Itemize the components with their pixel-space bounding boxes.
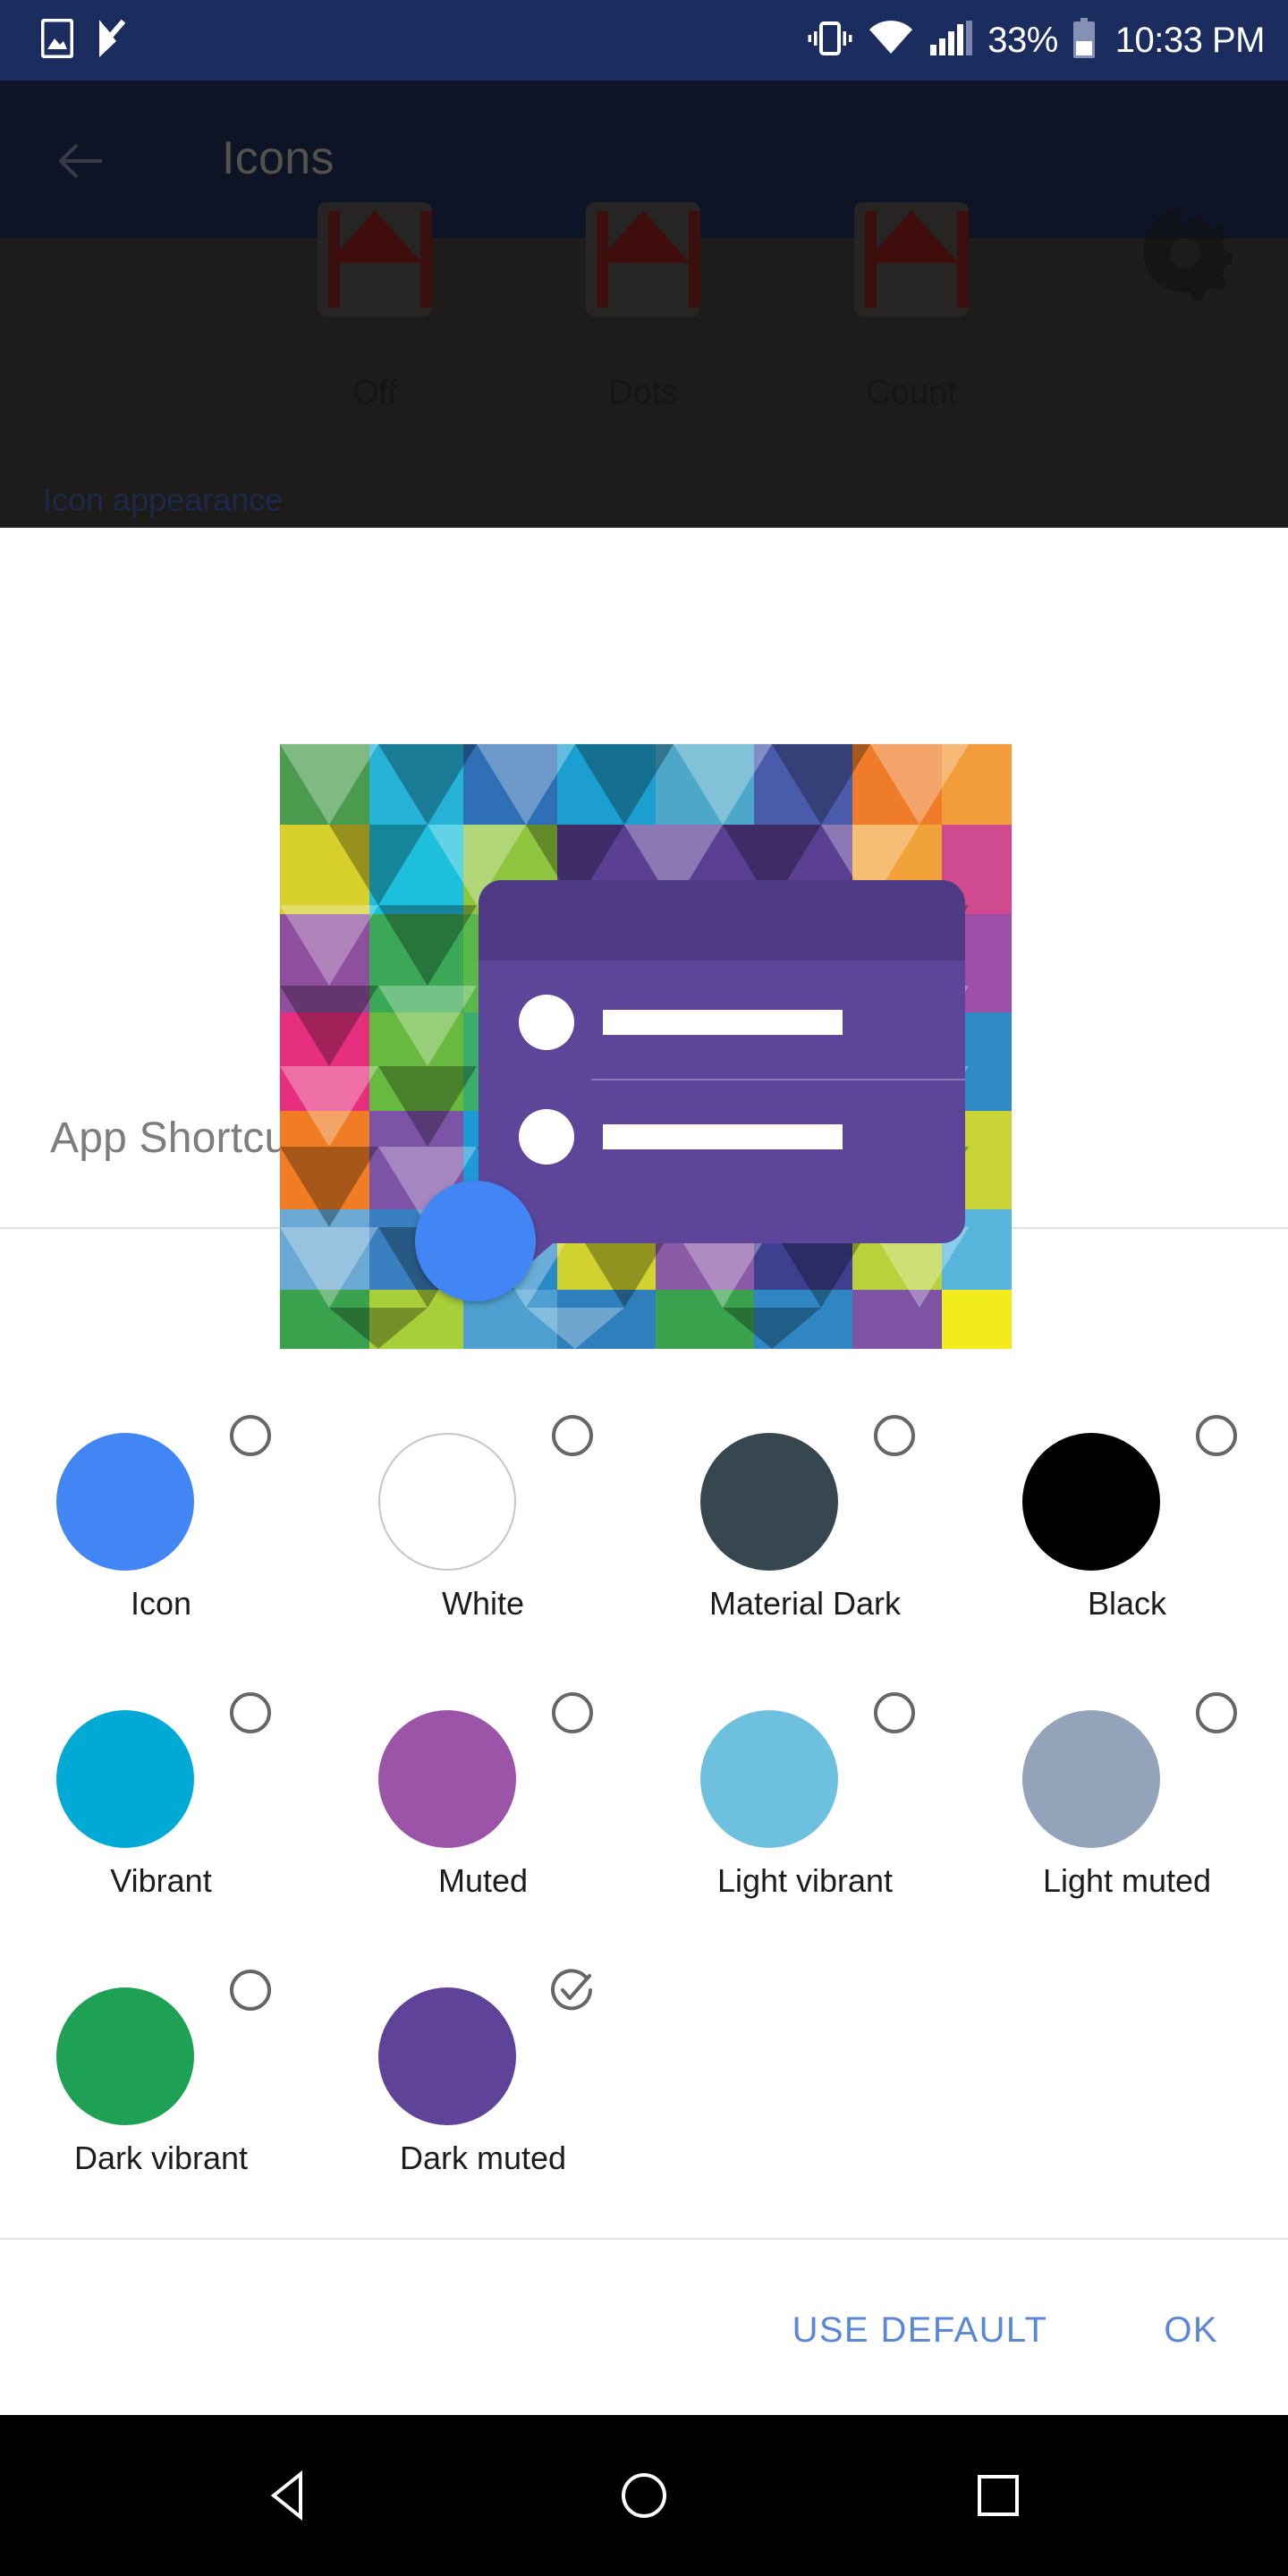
badge-option-label: Dots [607,374,679,411]
gmail-icon [586,202,700,317]
swatch-option-material-dark[interactable]: Material Dark [644,1413,966,1690]
recents-square-icon[interactable] [962,2460,1034,2531]
swatch-option-vibrant[interactable]: Vibrant [0,1690,322,1968]
use-default-button[interactable]: USE DEFAULT [769,2294,1072,2367]
radio-unselected-icon[interactable] [550,1413,595,1458]
dialog-bottom-divider [0,2238,1288,2240]
swatch-color-circle [700,1710,838,1848]
swatch-color-circle [56,1710,194,1848]
shortcut-row-label [603,1124,843,1149]
shortcut-card-header [479,880,965,961]
swatch-option-dark-vibrant[interactable]: Dark vibrant [0,1968,322,2245]
gmail-icon [854,202,969,317]
radio-selected-check-icon[interactable] [550,1968,595,2012]
signal-icon [928,20,973,62]
wifi-icon [868,20,914,62]
shortcut-popup-card [479,880,965,1283]
swatch-option-icon[interactable]: Icon [0,1413,322,1690]
shortcut-row-icon [519,995,574,1050]
swatch-color-circle [378,1433,516,1571]
shortcut-row-label [603,1010,843,1035]
app-icon-circle [415,1181,536,1301]
shortcut-row-icon [519,1109,574,1165]
image-icon [40,18,74,63]
swatch-color-circle [700,1433,838,1571]
vibrate-icon [807,20,853,62]
app-shortcuts-dialog: App Shortcuts Icon White Material Dark B… [0,528,1288,2415]
check-badge-icon [97,18,127,64]
gmail-icon [318,202,432,317]
radio-unselected-icon[interactable] [872,1690,917,1735]
swatch-color-circle [56,1987,194,2125]
swatch-row: Icon White Material Dark Black [0,1413,1288,1690]
ok-button[interactable]: OK [1140,2294,1241,2367]
badge-option-label: Count [866,374,957,411]
swatch-cell-empty [644,1968,966,2245]
radio-unselected-icon[interactable] [550,1690,595,1735]
swatch-option-light-muted[interactable]: Light muted [966,1690,1288,1968]
swatch-option-white[interactable]: White [322,1413,644,1690]
swatch-row: Dark vibrant Dark muted [0,1968,1288,2245]
color-swatch-grid: Icon White Material Dark Black Vibrant M… [0,1413,1288,2245]
navigation-bar [0,2415,1288,2576]
phone-screen: 33% 10:33 PM Icons Off Dots Count Icon a… [0,0,1288,2576]
badge-option-label: Off [352,374,397,411]
swatch-color-circle [1022,1433,1160,1571]
swatch-color-circle [1022,1710,1160,1848]
home-circle-icon[interactable] [608,2460,680,2531]
radio-unselected-icon[interactable] [1194,1413,1239,1458]
swatch-option-black[interactable]: Black [966,1413,1288,1690]
icon-appearance-section-label: Icon appearance [43,481,284,518]
badge-option-row [0,202,1288,381]
swatch-option-muted[interactable]: Muted [322,1690,644,1968]
background-body: Off Dots Count Icon appearance [0,202,1288,528]
battery-icon [1072,17,1096,64]
back-arrow-icon[interactable] [55,136,106,186]
swatch-color-circle [56,1433,194,1571]
app-shortcut-preview [280,744,1012,1349]
background-page-title: Icons [222,132,335,184]
clock-time: 10:33 PM [1114,20,1266,60]
radio-unselected-icon[interactable] [872,1413,917,1458]
radio-unselected-icon[interactable] [228,1690,273,1735]
swatch-option-dark-muted[interactable]: Dark muted [322,1968,644,2245]
back-triangle-icon[interactable] [254,2460,326,2531]
swatch-row: Vibrant Muted Light vibrant Light muted [0,1690,1288,1968]
gear-icon [1138,206,1233,301]
swatch-cell-empty [966,1968,1288,2245]
battery-percent: 33% [987,20,1058,60]
shortcut-row-divider [591,1079,965,1080]
scrimmed-activity: Icons Off Dots Count Icon appearance [0,80,1288,528]
swatch-color-circle [378,1987,516,2125]
dialog-action-bar: USE DEFAULT OK [0,2254,1288,2406]
radio-unselected-icon[interactable] [228,1968,273,2012]
radio-unselected-icon[interactable] [1194,1690,1239,1735]
radio-unselected-icon[interactable] [228,1413,273,1458]
status-bar: 33% 10:33 PM [0,0,1288,80]
swatch-option-light-vibrant[interactable]: Light vibrant [644,1690,966,1968]
swatch-color-circle [378,1710,516,1848]
